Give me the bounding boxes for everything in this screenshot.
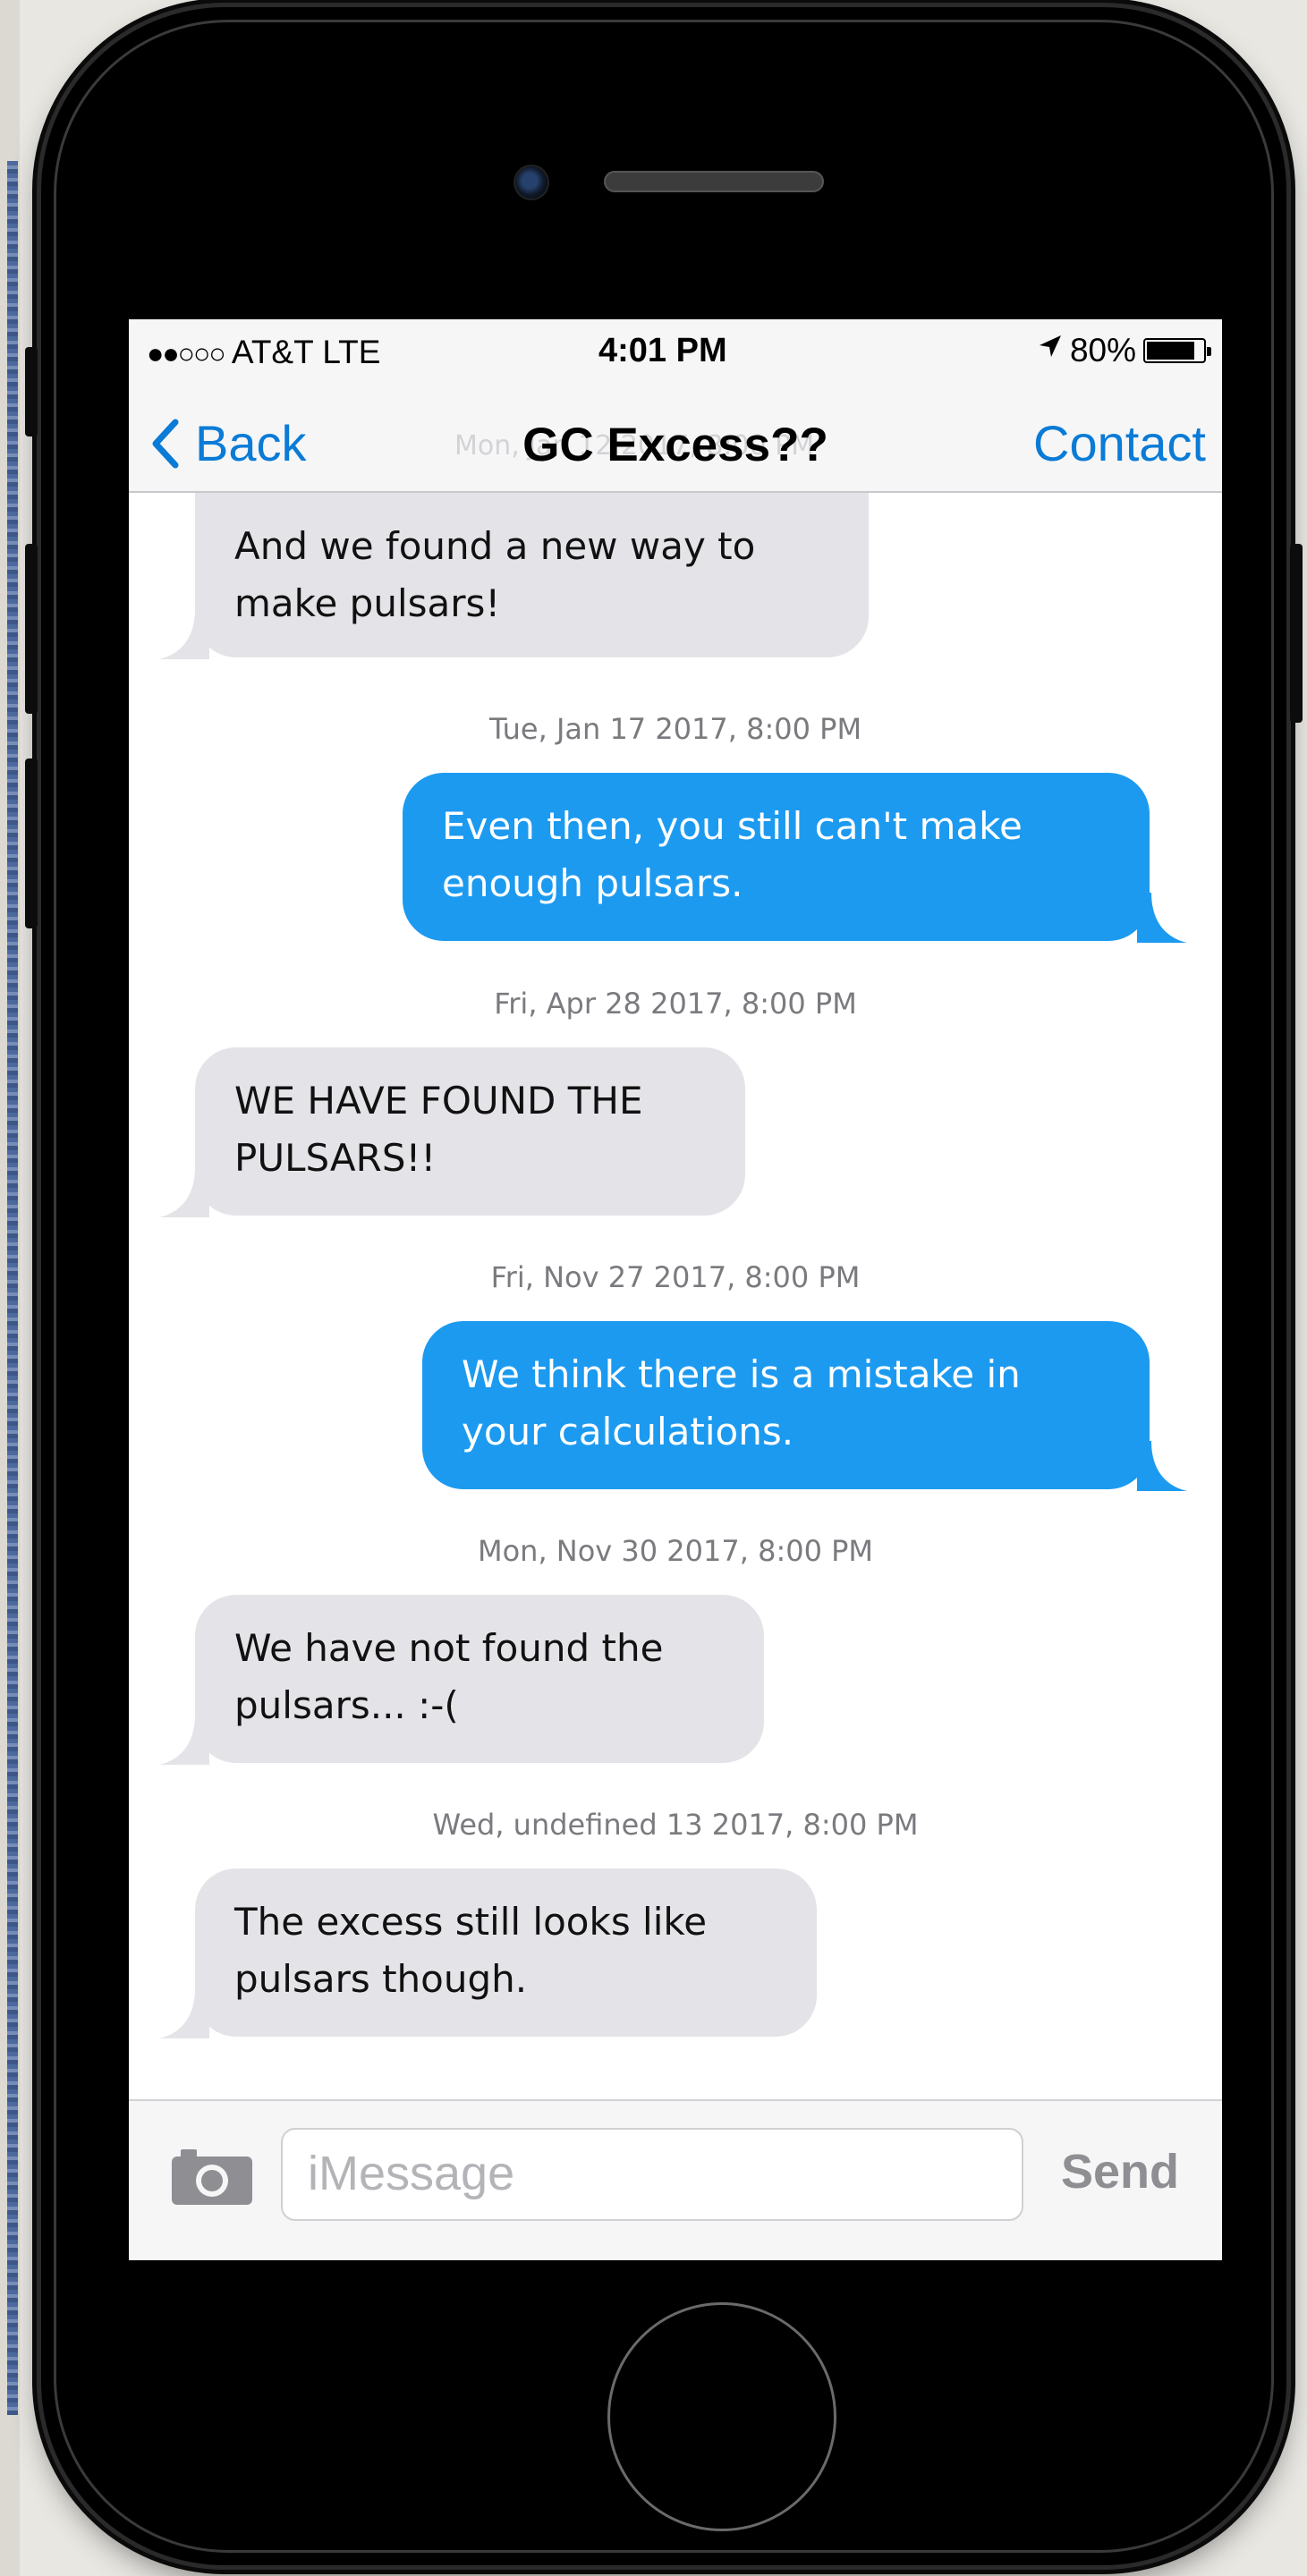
- battery-area: 80%: [1036, 332, 1211, 369]
- status-time: 4:01 PM: [598, 332, 727, 369]
- send-button[interactable]: Send: [1061, 2144, 1179, 2199]
- bubble-tail: [159, 1167, 209, 1217]
- received-message: And we found a new way to make pulsars!: [159, 493, 869, 659]
- received-message: WE HAVE FOUND THE PULSARS!!: [159, 1047, 745, 1217]
- battery-percent: 80%: [1069, 332, 1136, 369]
- message-text: enough pulsars.: [442, 861, 743, 905]
- bubble-tail: [1137, 1441, 1187, 1491]
- carrier-label: AT&T LTE: [231, 334, 381, 370]
- volume-up-button: [25, 544, 38, 714]
- bubble-tail: [159, 1988, 209, 2038]
- carrier-info: ●●○○○ AT&T LTE: [147, 334, 380, 371]
- message-text: Even then, you still can't make: [442, 804, 1023, 848]
- contact-button[interactable]: Contact: [1033, 414, 1206, 472]
- message-timestamp: Mon, Nov 30 2017, 8:00 PM: [477, 1534, 874, 1568]
- power-button: [1290, 544, 1303, 723]
- ringer-switch: [25, 347, 38, 436]
- earpiece-speaker: [604, 171, 824, 192]
- message-text: WE HAVE FOUND THE: [234, 1079, 643, 1123]
- front-camera: [513, 165, 549, 200]
- volume-down-button: [25, 758, 38, 928]
- bubble-tail: [159, 609, 209, 659]
- message-input[interactable]: iMessage: [281, 2128, 1023, 2221]
- message-timestamp: Wed, undefined 13 2017, 8:00 PM: [432, 1808, 919, 1842]
- home-button[interactable]: [607, 2302, 836, 2531]
- received-message: The excess still looks like pulsars thou…: [159, 1868, 817, 2038]
- message-text: The excess still looks like: [234, 1900, 708, 1944]
- message-text: We think there is a mistake in: [462, 1352, 1021, 1396]
- status-bar: ●●○○○ AT&T LTE 4:01 PM 80%: [129, 319, 1222, 393]
- message-text: pulsars... :-(: [234, 1683, 459, 1727]
- bubble-tail: [1137, 893, 1187, 943]
- message-text: make pulsars!: [234, 581, 501, 625]
- message-input-bar: iMessage Send: [129, 2099, 1222, 2260]
- sent-message: Even then, you still can't make enough p…: [403, 773, 1187, 943]
- camera-icon: [172, 2149, 252, 2205]
- message-timestamp: Fri, Apr 28 2017, 8:00 PM: [494, 987, 857, 1021]
- bubble-tail: [159, 1715, 209, 1765]
- received-message: We have not found the pulsars... :-(: [159, 1595, 764, 1765]
- message-timestamp: Fri, Nov 27 2017, 8:00 PM: [490, 1260, 861, 1294]
- message-text: PULSARS!!: [234, 1136, 437, 1180]
- phone-screen: ●●○○○ AT&T LTE 4:01 PM 80% Back Mon, Jan…: [129, 319, 1222, 2260]
- message-text: And we found a new way to: [234, 524, 756, 568]
- sent-message: We think there is a mistake in your calc…: [422, 1321, 1187, 1491]
- battery-icon: [1143, 338, 1211, 363]
- location-arrow-icon: [1036, 334, 1063, 369]
- navigation-bar: Back Mon, Jan 12 2017, 8:00 PM GC Excess…: [129, 393, 1222, 493]
- message-timestamp: Tue, Jan 17 2017, 8:00 PM: [488, 712, 862, 746]
- signal-strength-icon: ●●○○○: [147, 337, 226, 369]
- message-text: your calculations.: [462, 1410, 794, 1453]
- message-thread: And we found a new way to make pulsars! …: [129, 493, 1222, 2072]
- camera-button[interactable]: [170, 2144, 254, 2207]
- message-text: We have not found the: [234, 1626, 664, 1670]
- message-text: pulsars though.: [234, 1957, 528, 2001]
- background-strip: [0, 0, 20, 2576]
- decorative-border: [7, 161, 18, 2415]
